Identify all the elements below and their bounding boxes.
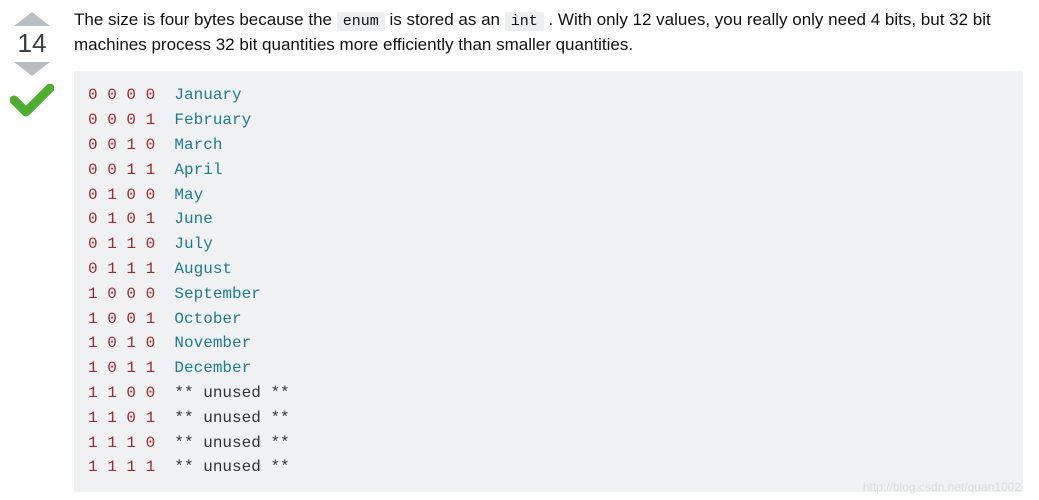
month-label: July <box>174 235 212 253</box>
month-label: October <box>174 310 241 328</box>
bit-pattern: 0 1 0 1 <box>88 210 155 228</box>
vote-column: 14 <box>8 8 56 123</box>
text-fragment: The size is four bytes because the <box>74 10 337 29</box>
unused-label: ** unused ** <box>174 458 289 476</box>
bit-pattern: 1 0 1 1 <box>88 359 155 377</box>
unused-label: ** unused ** <box>174 434 289 452</box>
month-label: January <box>174 86 241 104</box>
month-label: April <box>174 161 222 179</box>
code-line: 0 1 0 1 June <box>88 207 1009 232</box>
text-fragment: is stored as an <box>385 10 505 29</box>
code-line: 1 0 0 1 October <box>88 307 1009 332</box>
code-block: 0 0 0 0 January0 0 0 1 February0 0 1 0 M… <box>74 71 1023 492</box>
code-line: 1 1 0 0 ** unused ** <box>88 381 1009 406</box>
month-label: June <box>174 210 212 228</box>
code-line: 0 1 1 0 July <box>88 232 1009 257</box>
answer-body: The size is four bytes because the enum … <box>74 8 1023 492</box>
month-label: September <box>174 285 260 303</box>
bit-pattern: 1 1 0 0 <box>88 384 155 402</box>
month-label: May <box>174 186 203 204</box>
code-line: 0 0 0 0 January <box>88 83 1009 108</box>
code-line: 0 1 1 1 August <box>88 257 1009 282</box>
upvote-arrow-icon[interactable] <box>14 12 50 26</box>
answer-paragraph: The size is four bytes because the enum … <box>74 8 1023 57</box>
bit-pattern: 1 1 0 1 <box>88 409 155 427</box>
code-line: 1 0 1 0 November <box>88 331 1009 356</box>
month-label: February <box>174 111 251 129</box>
code-line: 1 0 1 1 December <box>88 356 1009 381</box>
bit-pattern: 0 0 1 1 <box>88 161 155 179</box>
inline-code: enum <box>337 12 385 31</box>
vote-score: 14 <box>18 30 47 56</box>
code-line: 0 0 1 0 March <box>88 133 1009 158</box>
code-line: 0 0 1 1 April <box>88 158 1009 183</box>
bit-pattern: 1 1 1 0 <box>88 434 155 452</box>
bit-pattern: 0 1 1 1 <box>88 260 155 278</box>
month-label: March <box>174 136 222 154</box>
bit-pattern: 1 0 1 0 <box>88 334 155 352</box>
bit-pattern: 0 0 0 0 <box>88 86 155 104</box>
code-line: 1 1 1 1 ** unused ** <box>88 455 1009 480</box>
code-line: 1 0 0 0 September <box>88 282 1009 307</box>
bit-pattern: 0 0 0 1 <box>88 111 155 129</box>
unused-label: ** unused ** <box>174 384 289 402</box>
bit-pattern: 0 1 1 0 <box>88 235 155 253</box>
month-label: December <box>174 359 251 377</box>
accepted-check-icon[interactable] <box>10 84 54 123</box>
answer-container: 14 The size is four bytes because the en… <box>8 8 1023 492</box>
inline-code: int <box>505 12 544 31</box>
bit-pattern: 0 1 0 0 <box>88 186 155 204</box>
code-line: 0 0 0 1 February <box>88 108 1009 133</box>
bit-pattern: 0 0 1 0 <box>88 136 155 154</box>
unused-label: ** unused ** <box>174 409 289 427</box>
code-line: 1 1 0 1 ** unused ** <box>88 406 1009 431</box>
month-label: August <box>174 260 232 278</box>
bit-pattern: 1 1 1 1 <box>88 458 155 476</box>
month-label: November <box>174 334 251 352</box>
bit-pattern: 1 0 0 0 <box>88 285 155 303</box>
code-line: 0 1 0 0 May <box>88 183 1009 208</box>
downvote-arrow-icon[interactable] <box>14 62 50 76</box>
bit-pattern: 1 0 0 1 <box>88 310 155 328</box>
code-line: 1 1 1 0 ** unused ** <box>88 431 1009 456</box>
